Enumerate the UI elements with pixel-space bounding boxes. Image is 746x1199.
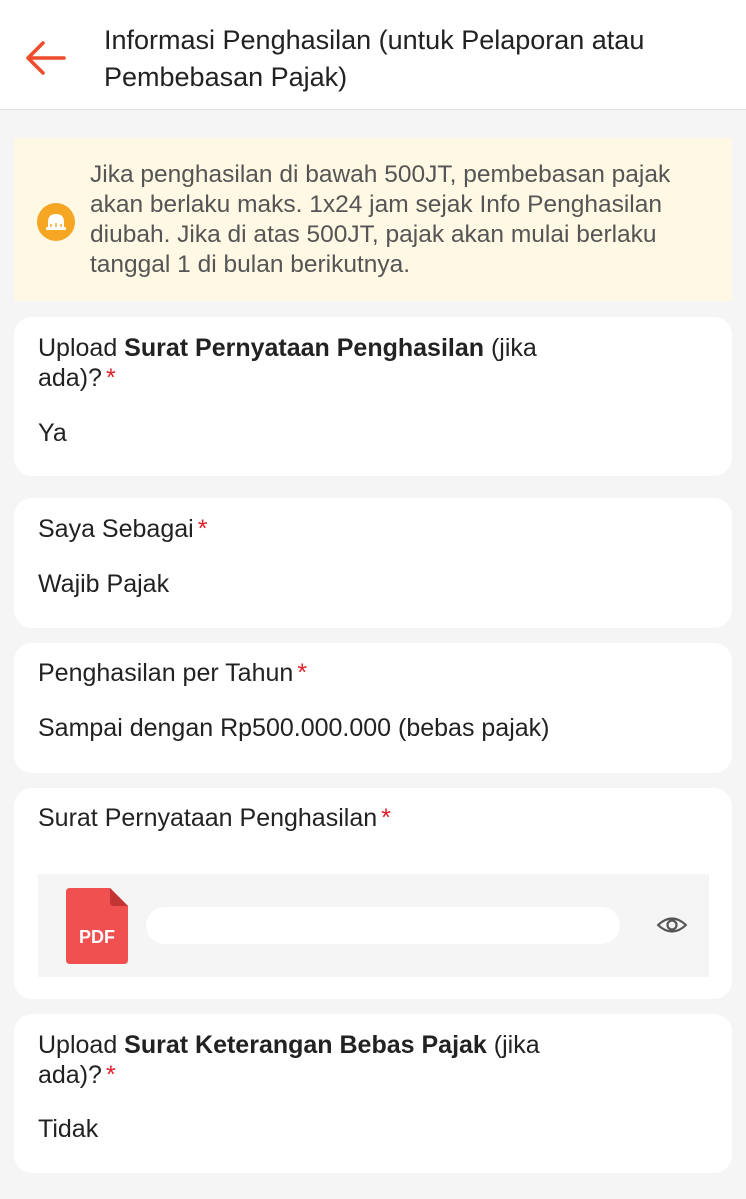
upload-skb-label: Upload Surat Keterangan Bebas Pajak (jik… bbox=[38, 1031, 540, 1089]
file-name-redacted bbox=[146, 907, 620, 944]
penghasilan-card[interactable]: Penghasilan per Tahun * Sampai dengan Rp5… bbox=[14, 643, 732, 773]
surat-label: Surat Pernyataan Penghasilan * bbox=[38, 804, 391, 832]
upload-spp-card[interactable]: Upload Surat Pernyataan Penghasilan (jik… bbox=[14, 317, 732, 476]
penghasilan-value: Sampai dengan Rp500.000.000 (bebas pajak… bbox=[38, 714, 550, 742]
eye-icon bbox=[656, 917, 688, 933]
info-notice: Jika penghasilan di bawah 500JT, pembeba… bbox=[14, 138, 732, 301]
required-marker: * bbox=[105, 1061, 116, 1089]
surat-card: Surat Pernyataan Penghasilan * PDF bbox=[14, 788, 732, 999]
saya-sebagai-value: Wajib Pajak bbox=[38, 570, 170, 598]
required-marker: * bbox=[197, 515, 208, 543]
required-marker: * bbox=[297, 659, 308, 687]
back-button[interactable] bbox=[22, 34, 70, 82]
pdf-label: PDF bbox=[79, 927, 115, 947]
upload-skb-value: Tidak bbox=[38, 1115, 99, 1143]
saya-sebagai-label: Saya Sebagai * bbox=[38, 515, 208, 543]
bell-icon bbox=[37, 203, 75, 241]
app-header: Informasi Penghasilan (untuk Pelaporan a… bbox=[0, 0, 746, 110]
required-marker: * bbox=[381, 804, 391, 832]
page-title: Informasi Penghasilan (untuk Pelaporan a… bbox=[104, 25, 645, 92]
file-attachment[interactable]: PDF bbox=[38, 874, 709, 977]
upload-spp-label: Upload Surat Pernyataan Penghasilan (jik… bbox=[38, 334, 537, 392]
preview-button[interactable] bbox=[656, 910, 688, 940]
arrow-left-icon bbox=[26, 41, 66, 75]
penghasilan-label: Penghasilan per Tahun * bbox=[38, 659, 308, 687]
required-marker: * bbox=[105, 364, 116, 392]
upload-spp-value: Ya bbox=[38, 419, 67, 447]
pdf-file-icon: PDF bbox=[66, 888, 128, 964]
saya-sebagai-card[interactable]: Saya Sebagai * Wajib Pajak bbox=[14, 498, 732, 628]
notice-text: Jika penghasilan di bawah 500JT, pembeba… bbox=[90, 161, 671, 278]
upload-skb-card[interactable]: Upload Surat Keterangan Bebas Pajak (jik… bbox=[14, 1014, 732, 1173]
